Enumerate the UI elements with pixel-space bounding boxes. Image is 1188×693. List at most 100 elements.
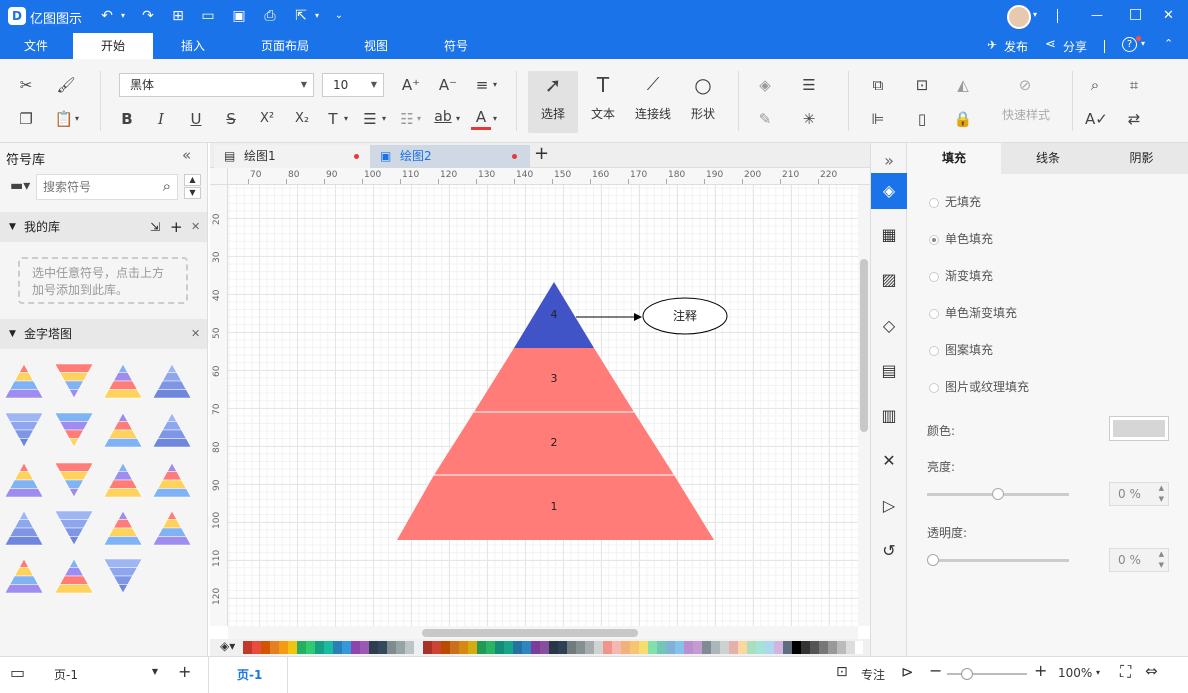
color-swatch[interactable] — [585, 641, 594, 654]
color-picker[interactable] — [1109, 416, 1169, 441]
color-swatch[interactable] — [405, 641, 414, 654]
doc-tab-1[interactable]: ▤ 绘图1 — [214, 145, 370, 168]
select-tool-icon[interactable]: ➚ — [540, 75, 566, 95]
color-swatch[interactable] — [531, 641, 540, 654]
pyramid-thumbnail[interactable] — [152, 462, 192, 498]
color-swatch[interactable] — [594, 641, 603, 654]
horizontal-scrollbar[interactable] — [228, 626, 858, 639]
brightness-slider[interactable] — [927, 488, 1069, 500]
pyramid-thumbnail[interactable] — [152, 510, 192, 546]
undo-dropdown-icon[interactable]: ▾ — [114, 7, 132, 25]
search-input[interactable] — [43, 178, 147, 196]
tab-home[interactable]: 开始 — [73, 33, 153, 59]
color-swatch[interactable] — [414, 641, 423, 654]
color-swatch[interactable] — [738, 641, 747, 654]
align-dropdown-icon[interactable]: ▾ — [491, 75, 499, 95]
page-view-icon[interactable]: ▭ — [10, 663, 25, 682]
image-icon[interactable]: ▨ — [871, 262, 907, 298]
scroll-down-icon[interactable]: ▼ — [184, 187, 201, 199]
close-button[interactable]: ✕ — [1163, 8, 1174, 23]
vertical-scroll-thumb[interactable] — [860, 259, 868, 432]
color-swatch[interactable] — [333, 641, 342, 654]
color-swatch[interactable] — [306, 641, 315, 654]
color-swatch[interactable] — [486, 641, 495, 654]
pyramid-thumbnail[interactable] — [54, 462, 94, 498]
color-swatch[interactable] — [648, 641, 657, 654]
save-icon[interactable]: ▣ — [230, 7, 248, 25]
quick-style-icon[interactable]: ⊘ — [1015, 75, 1035, 95]
align-icon[interactable]: ≡ — [471, 75, 493, 95]
color-swatch[interactable] — [792, 641, 801, 654]
color-swatch[interactable] — [288, 641, 297, 654]
fit-screen-icon[interactable]: ⊡ — [836, 664, 848, 680]
color-swatch[interactable] — [603, 641, 612, 654]
publish-button[interactable]: 发布 — [1004, 38, 1028, 55]
zoom-level[interactable]: 100% — [1058, 666, 1092, 680]
import-icon[interactable]: ⇲ — [150, 212, 160, 242]
replace-icon[interactable]: ⇄ — [1124, 109, 1144, 129]
decrease-font-icon[interactable]: A⁻ — [437, 75, 459, 95]
search-icon[interactable]: ⌕ — [163, 177, 171, 195]
search-box[interactable]: ⌕ — [36, 174, 178, 200]
zoom-in-button[interactable]: + — [1034, 661, 1047, 680]
color-swatch[interactable] — [243, 641, 252, 654]
shape-tool-icon[interactable]: ○ — [690, 75, 716, 95]
effects-icon[interactable]: ✳ — [798, 109, 820, 129]
list-icon[interactable]: ☷ — [397, 109, 417, 129]
fill-option-single-gradient[interactable]: 单色渐变填充 — [929, 304, 1017, 321]
drawing-canvas[interactable]: 4 3 2 1 注释 — [228, 185, 858, 626]
export-dropdown-icon[interactable]: ▾ — [308, 7, 326, 25]
transparency-slider[interactable] — [927, 554, 1069, 566]
my-library-header[interactable]: ▼ 我的库 ⇲ + ✕ — [0, 212, 207, 242]
color-swatch[interactable] — [684, 641, 693, 654]
italic-button[interactable]: I — [151, 109, 171, 129]
help-dropdown-icon[interactable]: ▾ — [1141, 39, 1145, 48]
color-swatch[interactable] — [855, 641, 863, 654]
arrange-icon[interactable]: ⧉ — [868, 75, 888, 95]
text-format-button[interactable]: T — [324, 109, 342, 129]
page-list-icon[interactable]: ▤ — [871, 353, 907, 389]
color-swatch[interactable] — [693, 641, 702, 654]
add-page-button[interactable]: + — [178, 662, 191, 681]
color-swatch[interactable] — [801, 641, 810, 654]
tab-insert[interactable]: 插入 — [153, 33, 233, 59]
color-swatch[interactable] — [828, 641, 837, 654]
brightness-slider-knob[interactable] — [992, 488, 1004, 500]
color-swatch[interactable] — [567, 641, 576, 654]
color-swatch[interactable] — [261, 641, 270, 654]
radio-button[interactable] — [929, 271, 939, 282]
line-spacing-dropdown-icon[interactable]: ▾ — [380, 109, 388, 129]
strikethrough-button[interactable]: S — [221, 109, 241, 129]
close-icon[interactable]: ✕ — [191, 319, 200, 349]
color-swatch[interactable] — [387, 641, 396, 654]
shape-tool-label[interactable]: 形状 — [680, 105, 726, 122]
color-swatch[interactable] — [342, 641, 351, 654]
pyramid-diagram[interactable]: 4 3 2 1 注释 — [228, 185, 858, 626]
color-swatch[interactable] — [252, 641, 261, 654]
radio-button[interactable] — [929, 345, 939, 356]
color-swatch[interactable] — [504, 641, 513, 654]
publish-icon[interactable]: ✈ — [987, 38, 997, 52]
layers-icon[interactable]: ◇ — [871, 308, 907, 344]
color-swatch[interactable] — [720, 641, 729, 654]
help-icon[interactable]: ? — [1122, 37, 1137, 52]
data-icon[interactable]: ▥ — [871, 398, 907, 434]
fill-option-gradient[interactable]: 渐变填充 — [929, 267, 993, 284]
print-icon[interactable]: ⎙ — [261, 7, 279, 25]
shuffle-icon[interactable]: ✕ — [871, 443, 907, 479]
pyramid-thumbnail[interactable] — [4, 462, 44, 498]
fill-icon[interactable]: ◈ — [755, 75, 775, 95]
history-icon[interactable]: ↺ — [871, 533, 907, 569]
subscript-button[interactable]: X₂ — [290, 109, 314, 129]
radio-button[interactable] — [929, 308, 939, 319]
color-swatch[interactable] — [711, 641, 720, 654]
pyramid-thumbnail[interactable] — [54, 412, 94, 448]
zoom-slider[interactable] — [947, 668, 1027, 680]
library-menu-icon[interactable]: ▬▾ — [10, 178, 30, 194]
transparency-input[interactable]: 0 % ▲ ▼ — [1109, 548, 1169, 572]
transparency-slider-knob[interactable] — [927, 554, 939, 566]
collapse-panel-icon[interactable]: « — [182, 146, 191, 164]
color-swatch[interactable] — [450, 641, 459, 654]
add-tab-button[interactable]: + — [534, 143, 549, 164]
avatar-dropdown-icon[interactable]: ▾ — [1033, 10, 1037, 19]
